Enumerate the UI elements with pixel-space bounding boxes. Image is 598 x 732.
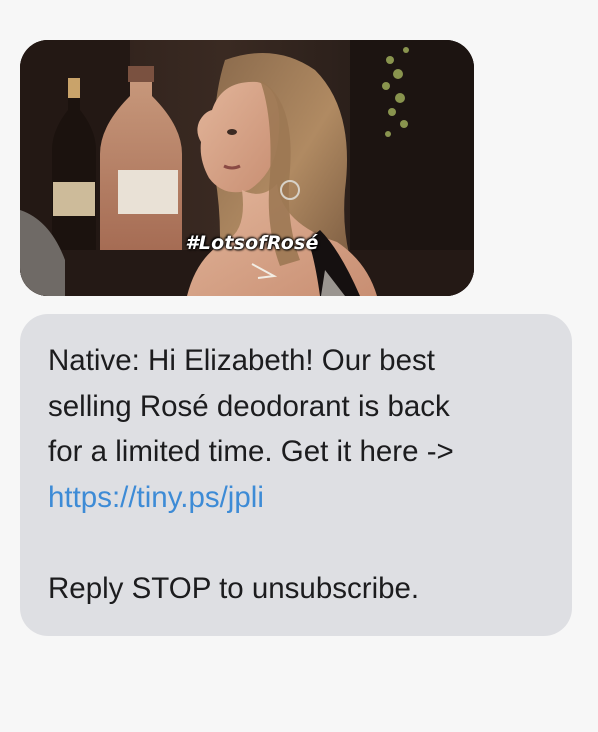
message-line: Native: Hi Elizabeth! Our best — [48, 344, 435, 377]
message-line: selling Rosé deodorant is back — [48, 389, 450, 423]
sms-message-bubble: Native: Hi Elizabeth! Our best selling R… — [20, 314, 572, 636]
gif-caption: #LotsofRosé — [185, 232, 319, 254]
gif-message[interactable]: #LotsofRosé — [20, 40, 474, 296]
message-spacer — [48, 520, 544, 566]
gif-image — [20, 40, 474, 296]
message-link[interactable]: https://tiny.ps/jpli — [48, 475, 544, 521]
message-line: for a limited time. Get it here -> — [48, 435, 454, 468]
message-thread: #LotsofRosé Native: Hi Elizabeth! Our be… — [0, 0, 598, 732]
unsubscribe-text: Reply STOP to unsubscribe. — [48, 571, 420, 605]
